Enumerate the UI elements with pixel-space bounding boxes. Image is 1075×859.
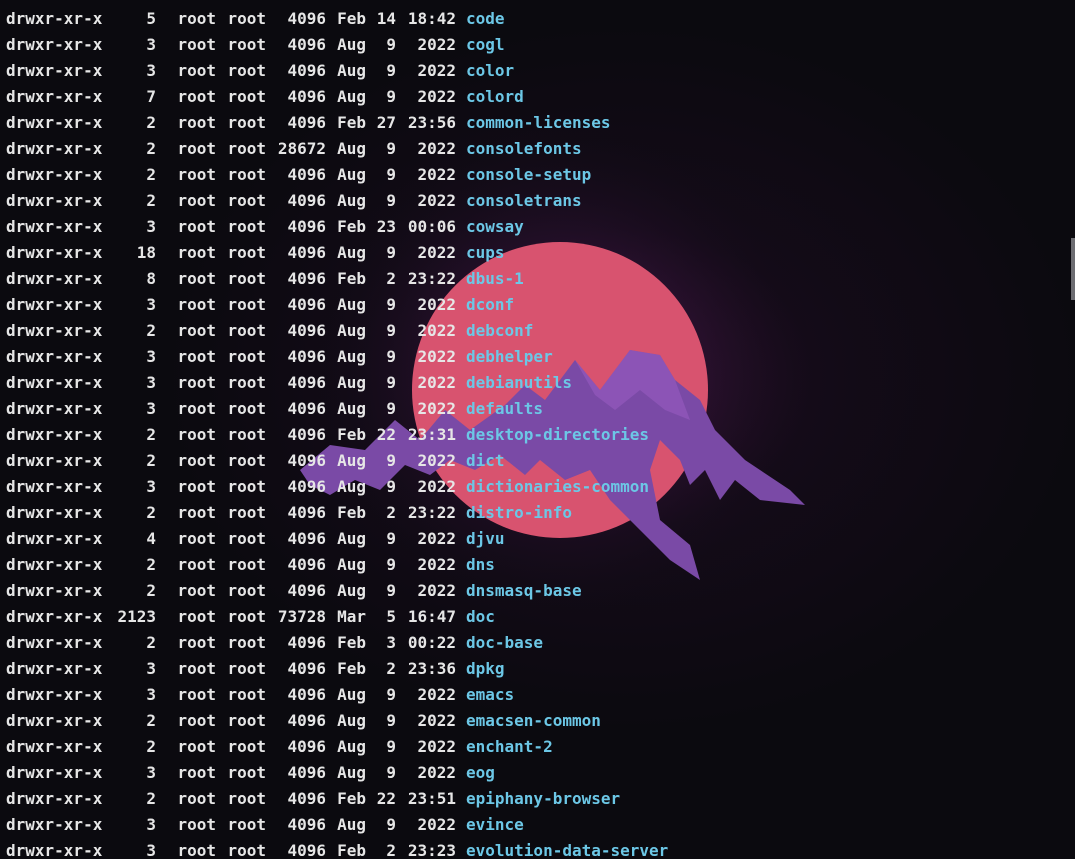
list-item: drwxr-xr-x 2 root root 4096 Aug 9 2022 consoletr…	[6, 188, 668, 214]
directory-name[interactable]: consolefonts	[466, 136, 582, 162]
list-item: drwxr-xr-x 7 root root 4096 Aug 9 2022 colord	[6, 84, 668, 110]
directory-name[interactable]: consoletrans	[466, 188, 582, 214]
list-item: drwxr-xr-x 2 root root 4096 Feb 22 23:31 desktop…	[6, 422, 668, 448]
directory-name[interactable]: dconf	[466, 292, 514, 318]
directory-name[interactable]: colord	[466, 84, 524, 110]
directory-name[interactable]: debhelper	[466, 344, 553, 370]
list-item: drwxr-xr-x 5 root root 4096 Feb 14 18:42 code	[6, 6, 668, 32]
list-item: drwxr-xr-x 3 root root 4096 Feb 2 23:36 dpkg	[6, 656, 668, 682]
list-item: drwxr-xr-x 2 root root 4096 Aug 9 2022 dns	[6, 552, 668, 578]
list-item: drwxr-xr-x 2 root root 4096 Feb 3 00:22 doc-base	[6, 630, 668, 656]
list-item: drwxr-xr-x 4 root root 4096 Aug 9 2022 djvu	[6, 526, 668, 552]
directory-name[interactable]: cogl	[466, 32, 505, 58]
list-item: drwxr-xr-x 2 root root 4096 Aug 9 2022 dnsmasq-b…	[6, 578, 668, 604]
list-item: drwxr-xr-x 2123 root root 73728 Mar 5 16:47 doc	[6, 604, 668, 630]
directory-listing: drwxr-xr-x 5 root root 4096 Feb 14 18:42 code dr…	[6, 6, 668, 859]
directory-name[interactable]: doc-base	[466, 630, 543, 656]
list-item: drwxr-xr-x 3 root root 4096 Aug 9 2022 debianuti…	[6, 370, 668, 396]
list-item: drwxr-xr-x 2 root root 4096 Aug 9 2022 debconf	[6, 318, 668, 344]
list-item: drwxr-xr-x 3 root root 4096 Aug 9 2022 emacs	[6, 682, 668, 708]
list-item: drwxr-xr-x 2 root root 4096 Aug 9 2022 emacsen-c…	[6, 708, 668, 734]
directory-name[interactable]: console-setup	[466, 162, 591, 188]
directory-name[interactable]: defaults	[466, 396, 543, 422]
list-item: drwxr-xr-x 2 root root 4096 Aug 9 2022 enchant-2	[6, 734, 668, 760]
directory-name[interactable]: common-licenses	[466, 110, 611, 136]
list-item: drwxr-xr-x 3 root root 4096 Aug 9 2022 eog	[6, 760, 668, 786]
directory-name[interactable]: color	[466, 58, 514, 84]
directory-name[interactable]: djvu	[466, 526, 505, 552]
list-item: drwxr-xr-x 3 root root 4096 Feb 2 23:23 evolutio…	[6, 838, 668, 859]
directory-name[interactable]: evolution-data-server	[466, 838, 668, 859]
directory-name[interactable]: cowsay	[466, 214, 524, 240]
list-item: drwxr-xr-x 2 root root 4096 Aug 9 2022 console-s…	[6, 162, 668, 188]
directory-name[interactable]: dnsmasq-base	[466, 578, 582, 604]
directory-name[interactable]: enchant-2	[466, 734, 553, 760]
list-item: drwxr-xr-x 3 root root 4096 Aug 9 2022 debhelper	[6, 344, 668, 370]
directory-name[interactable]: epiphany-browser	[466, 786, 620, 812]
list-item: drwxr-xr-x 2 root root 4096 Feb 22 23:51 epiphan…	[6, 786, 668, 812]
list-item: drwxr-xr-x 2 root root 4096 Feb 2 23:22 distro-i…	[6, 500, 668, 526]
list-item: drwxr-xr-x 3 root root 4096 Aug 9 2022 cogl	[6, 32, 668, 58]
directory-name[interactable]: debconf	[466, 318, 533, 344]
directory-name[interactable]: cups	[466, 240, 505, 266]
directory-name[interactable]: dict	[466, 448, 505, 474]
list-item: drwxr-xr-x 3 root root 4096 Aug 9 2022 color	[6, 58, 668, 84]
list-item: drwxr-xr-x 2 root root 4096 Aug 9 2022 dict	[6, 448, 668, 474]
directory-name[interactable]: evince	[466, 812, 524, 838]
directory-name[interactable]: eog	[466, 760, 495, 786]
directory-name[interactable]: debianutils	[466, 370, 572, 396]
directory-name[interactable]: dictionaries-common	[466, 474, 649, 500]
list-item: drwxr-xr-x 18 root root 4096 Aug 9 2022 cups	[6, 240, 668, 266]
terminal-window[interactable]: drwxr-xr-x 5 root root 4096 Feb 14 18:42 code dr…	[0, 0, 1075, 859]
list-item: drwxr-xr-x 3 root root 4096 Feb 23 00:06 cowsay	[6, 214, 668, 240]
directory-name[interactable]: desktop-directories	[466, 422, 649, 448]
scrollbar-thumb[interactable]	[1071, 238, 1075, 300]
list-item: drwxr-xr-x 8 root root 4096 Feb 2 23:22 dbus-1	[6, 266, 668, 292]
list-item: drwxr-xr-x 3 root root 4096 Aug 9 2022 dconf	[6, 292, 668, 318]
directory-name[interactable]: emacs	[466, 682, 514, 708]
directory-name[interactable]: code	[466, 6, 505, 32]
directory-name[interactable]: dns	[466, 552, 495, 578]
directory-name[interactable]: dpkg	[466, 656, 505, 682]
list-item: drwxr-xr-x 3 root root 4096 Aug 9 2022 evince	[6, 812, 668, 838]
list-item: drwxr-xr-x 2 root root 28672 Aug 9 2022 consolef…	[6, 136, 668, 162]
directory-name[interactable]: dbus-1	[466, 266, 524, 292]
list-item: drwxr-xr-x 2 root root 4096 Feb 27 23:56 common-…	[6, 110, 668, 136]
list-item: drwxr-xr-x 3 root root 4096 Aug 9 2022 defaults	[6, 396, 668, 422]
directory-name[interactable]: emacsen-common	[466, 708, 601, 734]
list-item: drwxr-xr-x 3 root root 4096 Aug 9 2022 dictionar…	[6, 474, 668, 500]
directory-name[interactable]: doc	[466, 604, 495, 630]
directory-name[interactable]: distro-info	[466, 500, 572, 526]
